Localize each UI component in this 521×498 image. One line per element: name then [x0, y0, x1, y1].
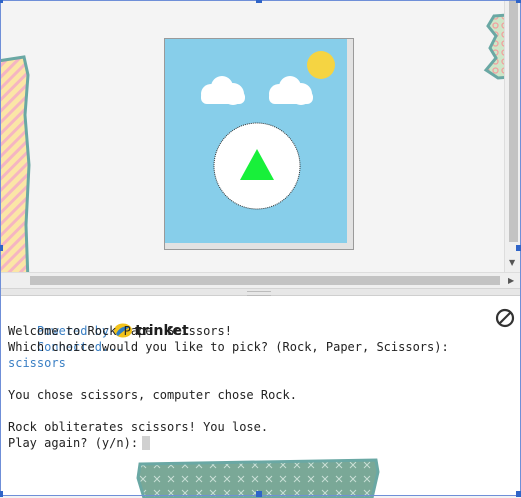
turtle-canvas[interactable]: [164, 38, 354, 250]
output-vertical-scrollbar[interactable]: ▼: [504, 0, 521, 272]
console-user-input: scissors: [8, 356, 66, 370]
console-line: You chose scissors, computer chose Rock.: [8, 388, 297, 402]
resize-handle-bottom[interactable]: [256, 491, 262, 497]
stop-icon[interactable]: [495, 308, 515, 328]
sun-icon: [307, 51, 335, 79]
console-line: Which choice would you like to pick? (Ro…: [8, 340, 449, 354]
console-line: Rock obliterates scissors! You lose.: [8, 420, 269, 434]
resize-handle-left[interactable]: [0, 245, 3, 251]
decorative-tape-left: [0, 55, 31, 283]
console-line: Welcome to Rock Paper Scissors!: [8, 324, 232, 338]
resize-handle-bottom-right[interactable]: [516, 491, 521, 497]
resize-handle-top-left[interactable]: [0, 0, 3, 3]
console-output[interactable]: Powered by trinket Connected... Welcome …: [0, 296, 521, 498]
pane-divider[interactable]: [0, 288, 521, 296]
console-prompt-line: Play again? (y/n):: [8, 435, 151, 451]
scene-drawing: [165, 39, 347, 243]
console-prompt: Play again? (y/n):: [8, 436, 139, 450]
resize-handle-bottom-left[interactable]: [0, 491, 3, 497]
resize-handle-top[interactable]: [256, 0, 262, 3]
console-input-cursor[interactable]: [142, 436, 151, 450]
output-horizontal-thumb[interactable]: [30, 276, 500, 285]
resize-handle-right[interactable]: [516, 245, 521, 251]
scroll-right-icon[interactable]: ▶: [508, 277, 514, 285]
scroll-down-icon[interactable]: ▼: [509, 259, 515, 267]
output-horizontal-scrollbar[interactable]: ▶: [0, 272, 521, 288]
canvas-vertical-scrollbar[interactable]: [347, 39, 353, 243]
output-pane: ▼ ▶: [0, 0, 521, 288]
output-vertical-thumb[interactable]: [509, 0, 518, 242]
canvas-horizontal-scrollbar[interactable]: [165, 243, 353, 249]
resize-handle-top-right[interactable]: [516, 0, 521, 3]
